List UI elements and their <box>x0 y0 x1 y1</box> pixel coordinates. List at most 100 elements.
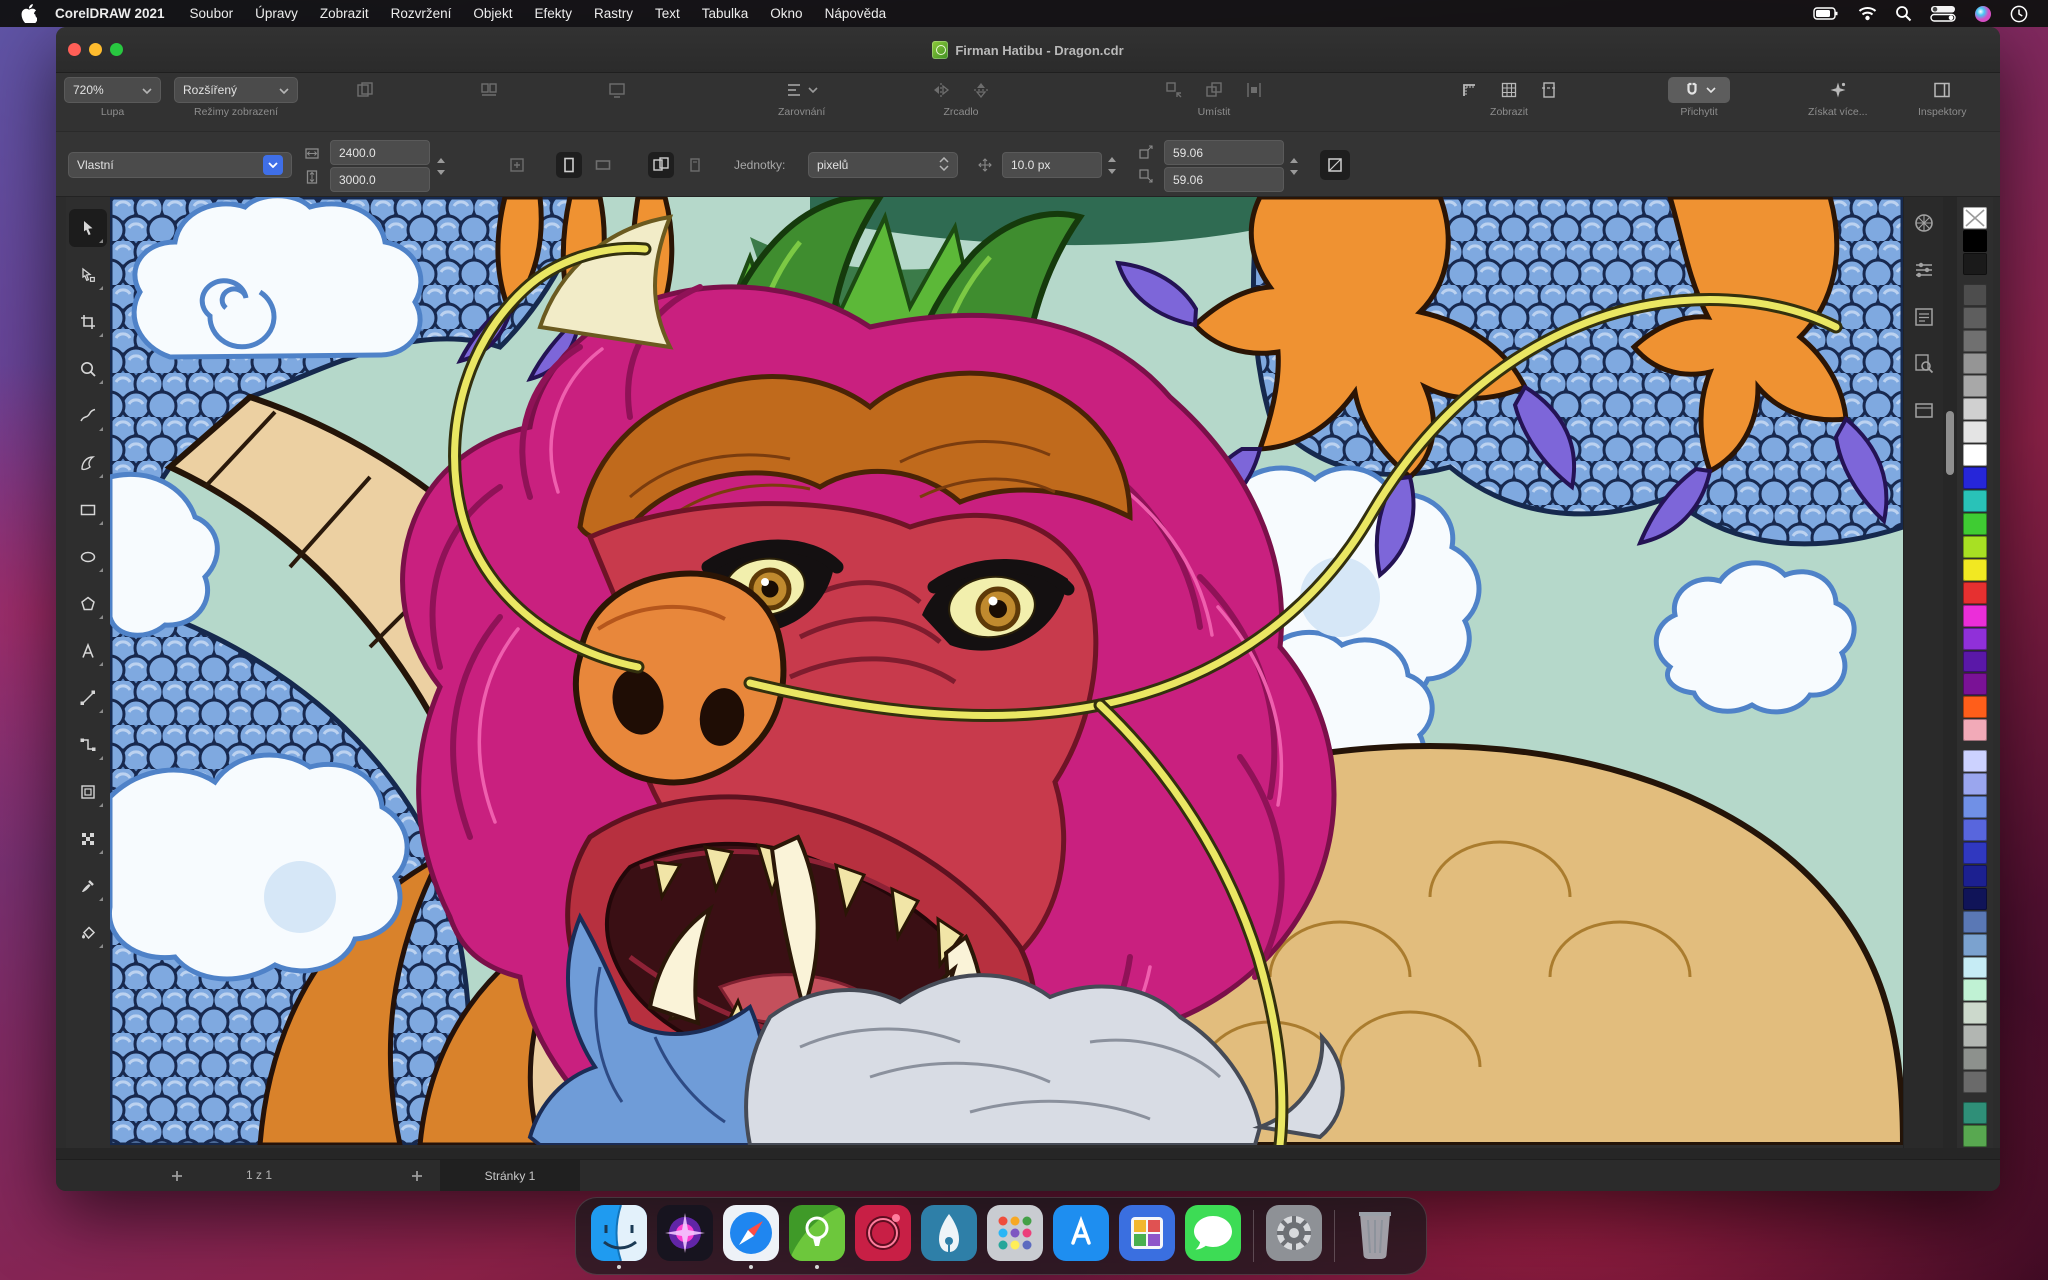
menu-item-rozvr-en-[interactable]: Rozvržení <box>380 0 463 27</box>
no-fill-swatch[interactable] <box>1963 207 1987 229</box>
apple-menu-icon[interactable] <box>14 4 44 23</box>
color-swatch[interactable] <box>1963 911 1987 933</box>
tool-rectangle[interactable] <box>69 491 107 529</box>
dock-app-launchpad[interactable] <box>987 1203 1043 1269</box>
mirror-horizontal-icon[interactable] <box>928 77 954 103</box>
color-swatch[interactable] <box>1963 1048 1987 1070</box>
menu-item-okno[interactable]: Okno <box>759 0 813 27</box>
menu-item-rastry[interactable]: Rastry <box>583 0 644 27</box>
page-height-field[interactable]: 3000.0 <box>330 167 430 192</box>
siri-icon[interactable] <box>1974 5 1992 23</box>
page-width-field[interactable]: 2400.0 <box>330 140 430 165</box>
duplicate-y-field[interactable]: 59.06 <box>1164 167 1284 192</box>
battery-icon[interactable] <box>1813 5 1840 22</box>
arrange-icon[interactable] <box>1201 77 1227 103</box>
color-swatch[interactable] <box>1963 559 1987 581</box>
dock-app-safari[interactable] <box>723 1203 779 1269</box>
tool-freehand[interactable] <box>69 397 107 435</box>
color-swatch[interactable] <box>1963 673 1987 695</box>
tool-pick[interactable] <box>69 209 107 247</box>
view-mode-dropdown[interactable]: Rozšířený <box>174 77 298 103</box>
color-swatch[interactable] <box>1963 1125 1987 1147</box>
color-swatch[interactable] <box>1963 1102 1987 1124</box>
dock-app-photos[interactable] <box>1119 1203 1175 1269</box>
tool-zoom[interactable] <box>69 350 107 388</box>
tool-pattern[interactable] <box>69 820 107 858</box>
title-bar[interactable]: Firman Hatibu - Dragon.cdr <box>56 27 2000 73</box>
tool-eyedropper[interactable] <box>69 867 107 905</box>
add-page-before-button[interactable] <box>168 1167 186 1185</box>
dock-app-system-settings[interactable] <box>1266 1203 1322 1269</box>
portrait-orientation-button[interactable] <box>556 152 582 178</box>
dock-app-trash[interactable] <box>1347 1203 1403 1269</box>
clock-icon[interactable] <box>2010 5 2028 23</box>
add-page-after-button[interactable] <box>408 1167 426 1185</box>
dock-app-app-store[interactable] <box>1053 1203 1109 1269</box>
units-dropdown[interactable]: pixelů <box>808 152 958 178</box>
tool-artistic-media[interactable] <box>69 444 107 482</box>
dock-app-photo-paint[interactable] <box>855 1203 911 1269</box>
menu-item-objekt[interactable]: Objekt <box>462 0 523 27</box>
menu-item-zobrazit[interactable]: Zobrazit <box>309 0 380 27</box>
color-swatch[interactable] <box>1963 513 1987 535</box>
object-list-icon[interactable] <box>1912 305 1936 329</box>
control-center-icon[interactable] <box>1930 5 1956 22</box>
color-swatch[interactable] <box>1963 1025 1987 1047</box>
guidelines-icon[interactable] <box>1536 77 1562 103</box>
distribute-icon[interactable] <box>1241 77 1267 103</box>
preview-icon[interactable] <box>352 77 378 103</box>
nudge-field[interactable]: 10.0 px <box>1002 152 1102 178</box>
tool-text[interactable] <box>69 632 107 670</box>
zoom-level-dropdown[interactable]: 720% <box>64 77 161 103</box>
color-swatch[interactable] <box>1963 1071 1987 1093</box>
search-icon[interactable] <box>1895 5 1912 22</box>
menu-item-soubor[interactable]: Soubor <box>179 0 245 27</box>
grid-icon[interactable] <box>1496 77 1522 103</box>
color-swatch[interactable] <box>1963 353 1987 375</box>
tool-ellipse[interactable] <box>69 538 107 576</box>
color-swatch[interactable] <box>1963 696 1987 718</box>
color-swatch[interactable] <box>1963 421 1987 443</box>
align-dropdown[interactable] <box>779 77 824 103</box>
rulers-icon[interactable] <box>1456 77 1482 103</box>
color-swatch[interactable] <box>1963 651 1987 673</box>
frame-icon[interactable] <box>1912 399 1936 423</box>
color-swatch[interactable] <box>1963 979 1987 1001</box>
color-swatch[interactable] <box>1963 398 1987 420</box>
wifi-icon[interactable] <box>1858 6 1877 21</box>
mirror-vertical-icon[interactable] <box>968 77 994 103</box>
color-swatch[interactable] <box>1963 375 1987 397</box>
color-swatch[interactable] <box>1963 1002 1987 1024</box>
all-pages-button[interactable] <box>648 152 674 178</box>
find-icon[interactable] <box>1912 352 1936 376</box>
autofit-page-icon[interactable] <box>504 152 530 178</box>
menu-item--pravy[interactable]: Úpravy <box>244 0 309 27</box>
color-swatch[interactable] <box>1963 865 1987 887</box>
duplicate-x-field[interactable]: 59.06 <box>1164 140 1284 165</box>
color-swatch[interactable] <box>1963 467 1987 489</box>
color-swatch[interactable] <box>1963 934 1987 956</box>
duplicate-stepper[interactable] <box>1287 140 1300 192</box>
menu-item-tabulka[interactable]: Tabulka <box>691 0 760 27</box>
color-swatch[interactable] <box>1963 819 1987 841</box>
menu-item-efekty[interactable]: Efekty <box>523 0 583 27</box>
tool-crop[interactable] <box>69 303 107 341</box>
color-swatch[interactable] <box>1963 536 1987 558</box>
canvas-artwork[interactable] <box>110 197 1903 1145</box>
page-size-stepper[interactable] <box>434 140 447 192</box>
dock-app-starburst[interactable] <box>657 1203 713 1269</box>
color-swatch[interactable] <box>1963 750 1987 772</box>
scrollbar-thumb[interactable] <box>1946 411 1954 475</box>
current-page-button[interactable] <box>682 152 708 178</box>
color-swatch[interactable] <box>1963 605 1987 627</box>
nudge-stepper[interactable] <box>1105 152 1118 178</box>
sliders-icon[interactable] <box>1912 258 1936 282</box>
tool-shape[interactable] <box>69 256 107 294</box>
color-swatch[interactable] <box>1963 490 1987 512</box>
color-swatch[interactable] <box>1963 628 1987 650</box>
dock-app-messages[interactable] <box>1185 1203 1241 1269</box>
tool-connector[interactable] <box>69 726 107 764</box>
color-swatch[interactable] <box>1963 253 1987 275</box>
vertical-scrollbar[interactable] <box>1943 197 1957 1148</box>
color-swatch[interactable] <box>1963 444 1987 466</box>
